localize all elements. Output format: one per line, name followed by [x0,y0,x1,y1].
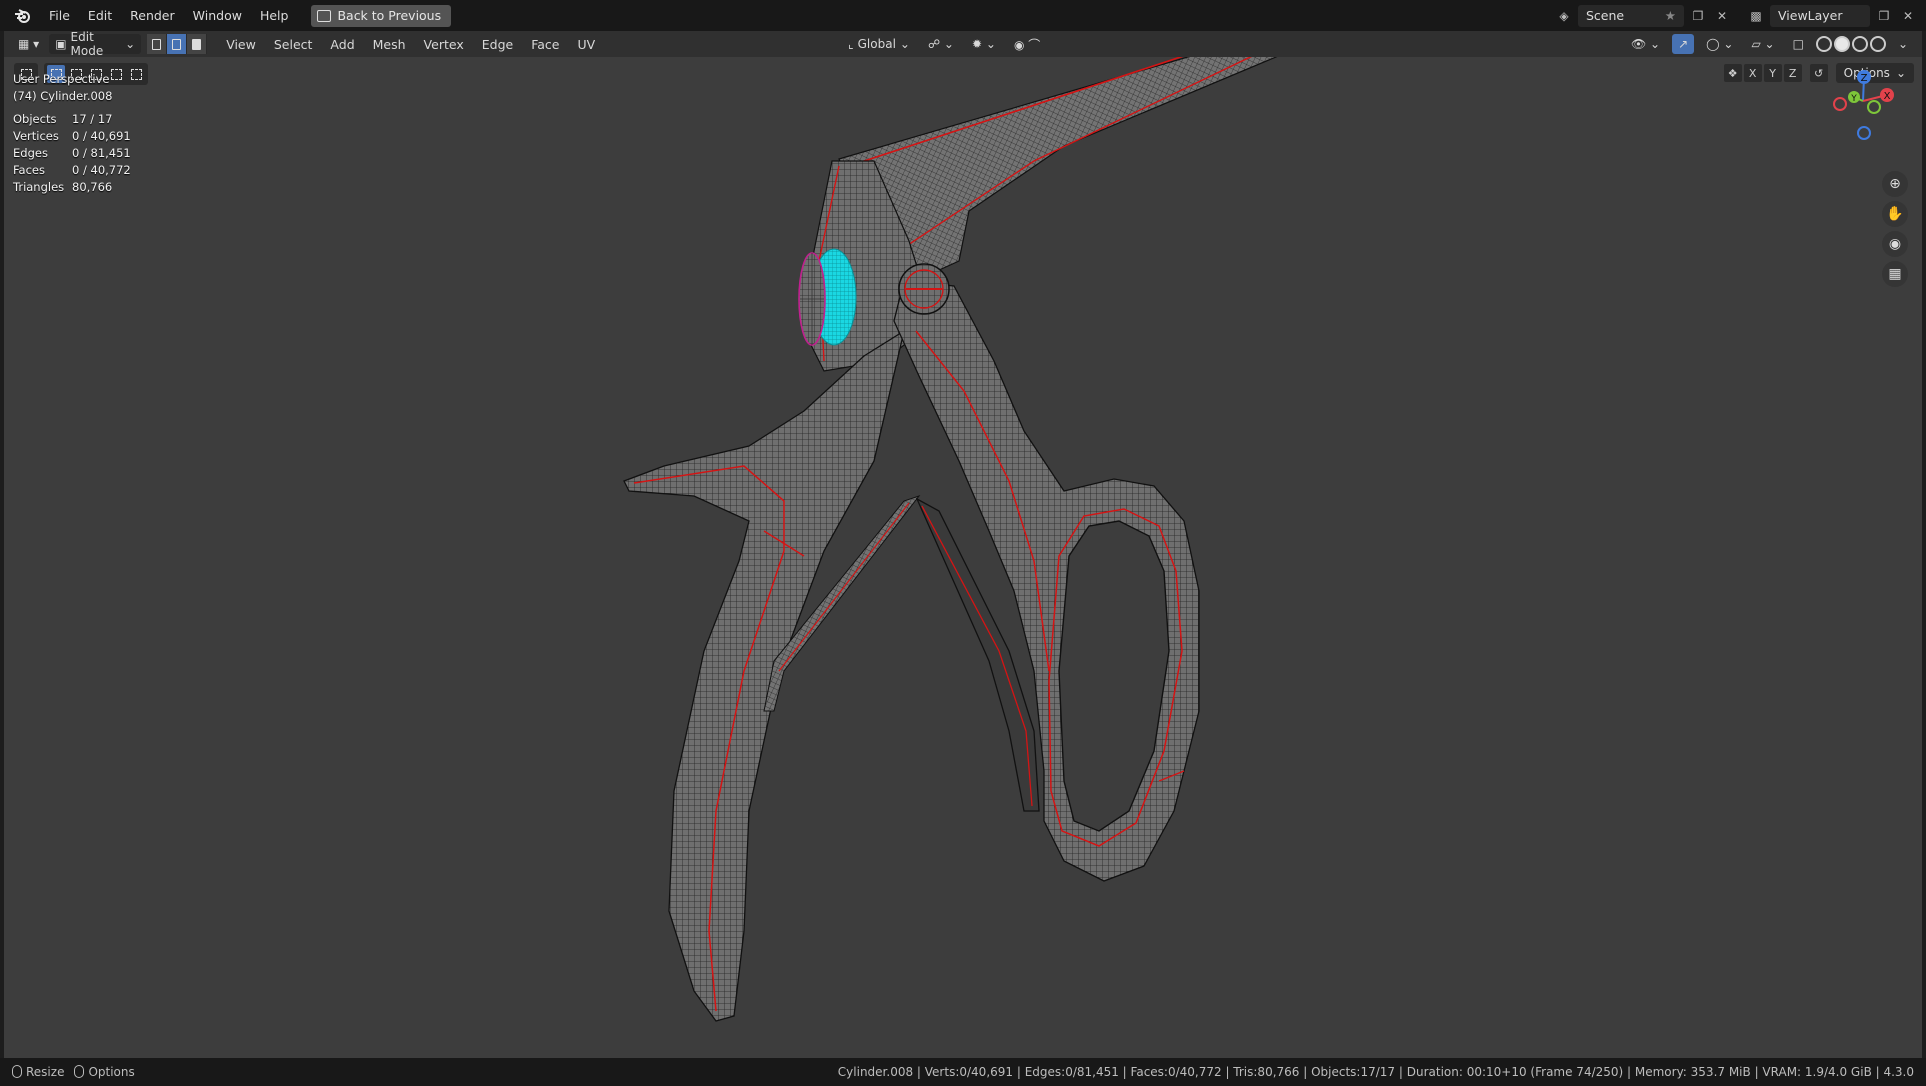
menu-uv[interactable]: UV [568,37,604,52]
status-bar: Resize Options Cylinder.008 | Verts:0/40… [0,1058,1926,1086]
chevron-down-icon: ⌄ [125,37,136,51]
view-layer-name: ViewLayer [1778,8,1843,23]
menu-face[interactable]: Face [522,37,568,52]
stat-faces: Faces 0 / 40,772 [13,163,131,177]
zoom-icon[interactable]: ⊕ [1882,171,1908,197]
orientation-icon: ⌞ [848,37,854,51]
proportional-edit-icon[interactable]: ◉ ⌒ [1008,34,1046,54]
back-to-previous-button[interactable]: Back to Previous [311,4,452,27]
svg-text:Y: Y [1850,94,1857,104]
view-layer-field[interactable]: ViewLayer [1770,4,1870,27]
shading-dropdown-icon[interactable]: ⌄ [1892,34,1914,54]
mirror-y-button[interactable]: Y [1763,64,1782,82]
menu-mesh[interactable]: Mesh [364,37,415,52]
face-select-icon[interactable] [187,34,208,54]
perspective-label: User Perspective [13,72,110,86]
svg-text:Z: Z [1861,73,1868,84]
back-to-previous-label: Back to Previous [337,8,442,23]
scene-field[interactable]: Scene ★ [1578,4,1684,27]
chevron-down-icon: ⌄ [899,37,910,51]
edge-select-icon[interactable] [167,34,188,54]
wireframe-shading-icon[interactable] [1815,36,1832,52]
editor-type-icon[interactable]: ▦ ▾ [12,34,45,54]
pivot-screw[interactable] [898,263,950,315]
snap-icon[interactable]: ✹ ⌄ [966,34,1002,54]
viewport-header: ▦ ▾ ▣ Edit Mode ⌄ View Select Add Mesh V… [4,31,1922,58]
menu-window[interactable]: Window [184,0,251,31]
pivot-point-icon[interactable]: ☍ ⌄ [922,34,960,54]
mode-dropdown[interactable]: ▣ Edit Mode ⌄ [49,31,142,58]
vertex-select-icon[interactable] [147,34,168,54]
mirror-icon[interactable]: ❖ [1723,64,1742,82]
pin-icon[interactable]: ★ [1665,8,1676,23]
select-mode-toggle[interactable] [147,34,208,54]
delete-view-layer-icon[interactable]: ✕ [1898,6,1918,26]
menu-select[interactable]: Select [265,37,322,52]
mouse-icon [12,1065,22,1078]
blender-logo-icon[interactable] [12,5,34,27]
scene-name: Scene [1586,8,1625,23]
3d-viewport[interactable]: ▦ ▾ ▣ Edit Mode ⌄ View Select Add Mesh V… [4,31,1922,1058]
grid-icon[interactable]: ▦ [1882,261,1908,287]
menu-edge[interactable]: Edge [473,37,522,52]
mesh-model[interactable] [4,31,1922,1058]
menu-view[interactable]: View [217,37,265,52]
mirror-x-button[interactable]: X [1743,64,1762,82]
viewport-stats-overlay: User Perspective (74) Cylinder.008 Objec… [13,71,131,196]
menu-render[interactable]: Render [121,0,184,31]
mode-label: Edit Mode [70,31,104,58]
back-icon [317,9,332,22]
menu-file[interactable]: File [40,0,79,31]
mesh-overlay-icon[interactable]: ▱ ⌄ [1745,34,1780,54]
options-hint: Options [74,1065,135,1079]
mouse-icon [74,1065,85,1078]
stat-objects: Objects 17 / 17 [13,112,113,126]
view-layer-icon[interactable]: ▩ [1746,6,1766,26]
menu-add[interactable]: Add [321,37,363,52]
rendered-shading-icon[interactable] [1869,36,1886,52]
orientation-dropdown[interactable]: ⌞ Global ⌄ [842,34,916,54]
delete-scene-icon[interactable]: ✕ [1712,6,1732,26]
status-info: Cylinder.008 | Verts:0/40,691 | Edges:0/… [837,1065,1914,1079]
xray-icon[interactable]: □ [1787,34,1810,54]
gizmo-icon[interactable]: ↗ [1672,34,1695,54]
camera-icon[interactable]: ◉ [1882,231,1908,257]
shading-modes[interactable] [1815,36,1886,52]
menu-edit[interactable]: Edit [79,0,121,31]
active-object-label: (74) Cylinder.008 [13,89,113,103]
visibility-icon[interactable]: 👁 ⌄ [1625,34,1666,54]
new-scene-icon[interactable]: ❐ [1688,6,1708,26]
pan-hand-icon[interactable]: ✋ [1882,201,1908,227]
menu-vertex[interactable]: Vertex [415,37,473,52]
new-view-layer-icon[interactable]: ❐ [1874,6,1894,26]
material-shading-icon[interactable] [1851,36,1868,52]
left-handle [623,329,905,1022]
menu-help[interactable]: Help [251,0,298,31]
solid-shading-icon[interactable] [1833,36,1850,52]
scene-icon[interactable]: ◈ [1554,6,1574,26]
orientation-label: Global [857,37,896,51]
shaft [838,31,1327,287]
mode-icon: ▣ [55,37,67,51]
stat-vertices: Vertices 0 / 40,691 [13,129,131,143]
top-menubar: File Edit Render Window Help Back to Pre… [0,0,1926,31]
stat-triangles: Triangles 80,766 [13,180,113,194]
navigation-gizmo[interactable]: Z X Y [1818,67,1908,147]
resize-hint: Resize [12,1065,64,1079]
selected-cylinder[interactable] [798,248,857,346]
mirror-z-button[interactable]: Z [1783,64,1802,82]
svg-text:X: X [1884,91,1891,102]
stat-edges: Edges 0 / 81,451 [13,146,131,160]
overlays-icon[interactable]: ◯ ⌄ [1700,34,1739,54]
